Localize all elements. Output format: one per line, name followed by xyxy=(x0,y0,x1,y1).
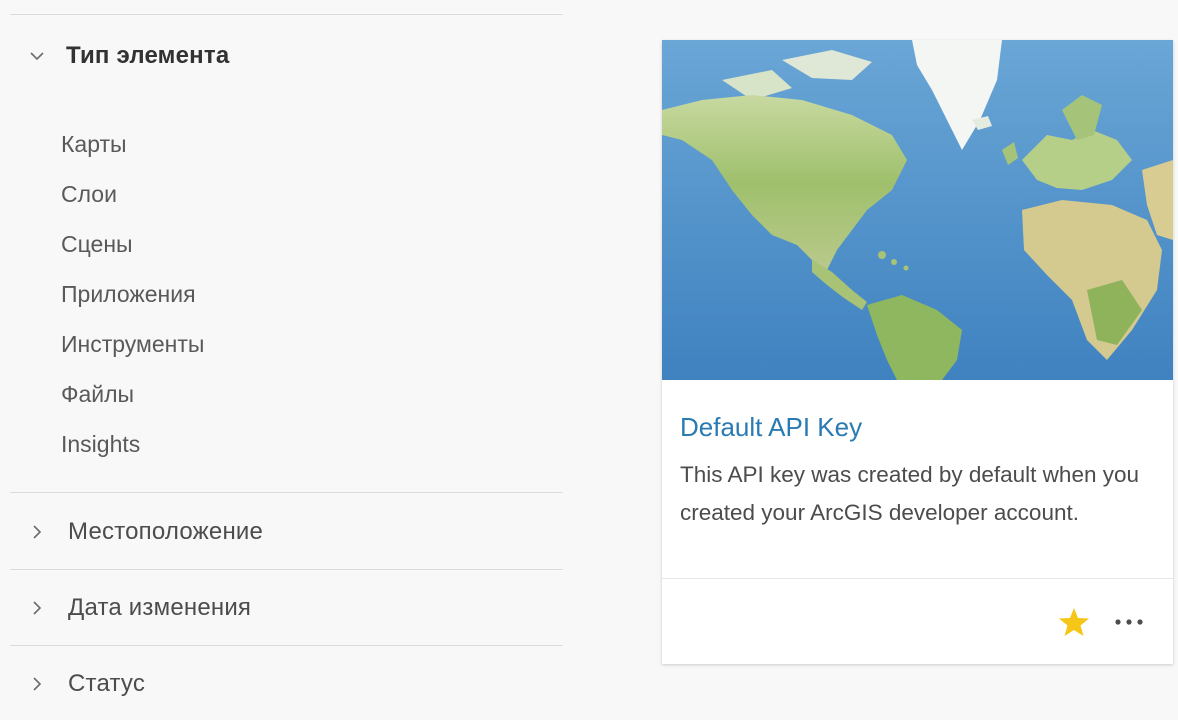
filter-panel: Тип элемента Карты Слои Сцены Приложения… xyxy=(10,0,563,720)
item-type-option-files[interactable]: Файлы xyxy=(61,375,204,425)
filter-location-header[interactable]: Местоположение xyxy=(10,512,563,552)
card-footer xyxy=(662,578,1173,665)
chevron-down-icon xyxy=(28,47,46,65)
item-description: This API key was created by default when… xyxy=(680,462,1139,525)
item-type-option-scenes[interactable]: Сцены xyxy=(61,225,204,275)
filter-item-type-header[interactable]: Тип элемента xyxy=(10,36,563,76)
ellipsis-icon[interactable] xyxy=(1112,613,1146,631)
item-type-option-maps[interactable]: Карты xyxy=(61,125,204,175)
chevron-right-icon xyxy=(28,523,46,541)
item-type-option-apps[interactable]: Приложения xyxy=(61,275,204,325)
divider xyxy=(10,492,563,493)
item-type-option-insights[interactable]: Insights xyxy=(61,425,204,475)
filter-date-modified-header[interactable]: Дата изменения xyxy=(10,588,563,628)
filter-status-title: Статус xyxy=(68,670,146,697)
item-type-list: Карты Слои Сцены Приложения Инструменты … xyxy=(61,125,204,475)
divider xyxy=(10,569,563,570)
item-card: Default API Key This API key was created… xyxy=(662,40,1173,664)
divider xyxy=(10,14,563,15)
item-title-link[interactable]: Default API Key xyxy=(680,412,862,443)
filter-status-header[interactable]: Статус xyxy=(10,664,563,704)
item-type-option-layers[interactable]: Слои xyxy=(61,175,204,225)
world-map-image xyxy=(662,40,1173,380)
chevron-right-icon xyxy=(28,599,46,617)
filter-item-type-title: Тип элемента xyxy=(66,42,230,69)
item-type-option-tools[interactable]: Инструменты xyxy=(61,325,204,375)
star-icon[interactable] xyxy=(1058,606,1090,638)
divider xyxy=(10,645,563,646)
chevron-right-icon xyxy=(28,675,46,693)
filter-date-modified-title: Дата изменения xyxy=(68,594,252,621)
world-map-thumbnail[interactable] xyxy=(662,40,1173,380)
page: Тип элемента Карты Слои Сцены Приложения… xyxy=(0,0,1178,720)
filter-location-title: Местоположение xyxy=(68,518,264,545)
